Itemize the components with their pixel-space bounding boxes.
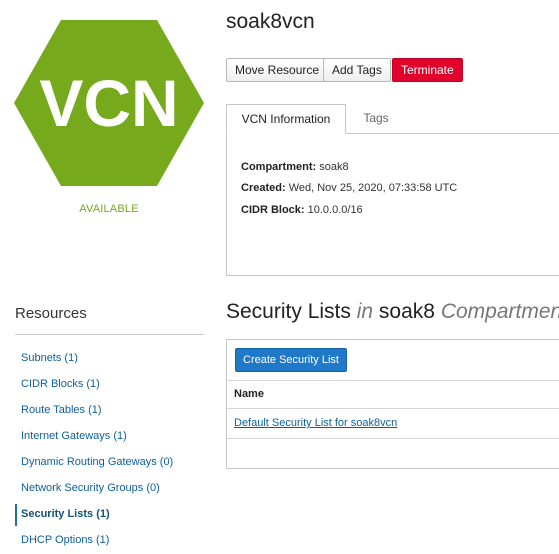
compartment-label: Compartment: — [241, 161, 317, 173]
vcn-badge-icon: VCN — [14, 20, 204, 186]
column-header-name[interactable]: Name — [234, 388, 264, 400]
created-label: Created: — [241, 182, 286, 194]
section-title-compartment-suffix: Compartment — [440, 300, 559, 323]
security-lists-panel: Create Security List Name Default Securi… — [226, 339, 559, 469]
vcn-info-panel: Compartment: soak8 Created: Wed, Nov 25,… — [226, 133, 559, 276]
create-security-list-button[interactable]: Create Security List — [235, 348, 347, 372]
sidebar-item-internet-gateways[interactable]: Internet Gateways (1) — [21, 430, 127, 442]
status-label: AVAILABLE — [79, 203, 139, 215]
section-title: Security Lists in soak8 Compartment — [226, 300, 559, 324]
page-title: soak8vcn — [226, 10, 315, 33]
created-row: Created: Wed, Nov 25, 2020, 07:33:58 UTC — [241, 182, 457, 194]
divider — [227, 438, 559, 439]
badge-text: VCN — [39, 66, 178, 140]
section-title-compartment: soak8 — [378, 300, 435, 323]
detail-tabs: VCN Information Tags — [226, 104, 559, 134]
cidr-row: CIDR Block: 10.0.0.0/16 — [241, 204, 363, 216]
created-value: Wed, Nov 25, 2020, 07:33:58 UTC — [288, 182, 458, 194]
tab-tags[interactable]: Tags — [346, 104, 406, 134]
sidebar-item-dhcp-options[interactable]: DHCP Options (1) — [21, 534, 109, 546]
sidebar-item-network-security-groups[interactable]: Network Security Groups (0) — [21, 482, 160, 494]
sidebar-item-subnets[interactable]: Subnets (1) — [21, 352, 78, 364]
resources-divider — [15, 334, 204, 335]
divider — [227, 380, 559, 381]
move-resource-button[interactable]: Move Resource — [226, 58, 329, 82]
sidebar-item-cidr-blocks[interactable]: CIDR Blocks (1) — [21, 378, 100, 390]
section-title-main: Security Lists — [226, 300, 351, 323]
tab-vcn-information[interactable]: VCN Information — [226, 104, 346, 134]
compartment-value: soak8 — [319, 161, 349, 173]
resources-heading: Resources — [15, 305, 87, 322]
security-list-link[interactable]: Default Security List for soak8vcn — [234, 417, 397, 429]
divider — [227, 408, 559, 409]
cidr-label: CIDR Block: — [241, 204, 305, 216]
sidebar-item-dynamic-routing-gateways[interactable]: Dynamic Routing Gateways (0) — [21, 456, 173, 468]
sidebar-item-route-tables[interactable]: Route Tables (1) — [21, 404, 102, 416]
active-item-indicator — [15, 504, 17, 526]
add-tags-button[interactable]: Add Tags — [323, 58, 391, 82]
compartment-row: Compartment: soak8 — [241, 161, 349, 173]
terminate-button[interactable]: Terminate — [392, 58, 463, 82]
cidr-value: 10.0.0.0/16 — [307, 204, 363, 216]
sidebar-item-security-lists[interactable]: Security Lists (1) — [21, 508, 110, 520]
section-title-in: in — [356, 300, 374, 323]
